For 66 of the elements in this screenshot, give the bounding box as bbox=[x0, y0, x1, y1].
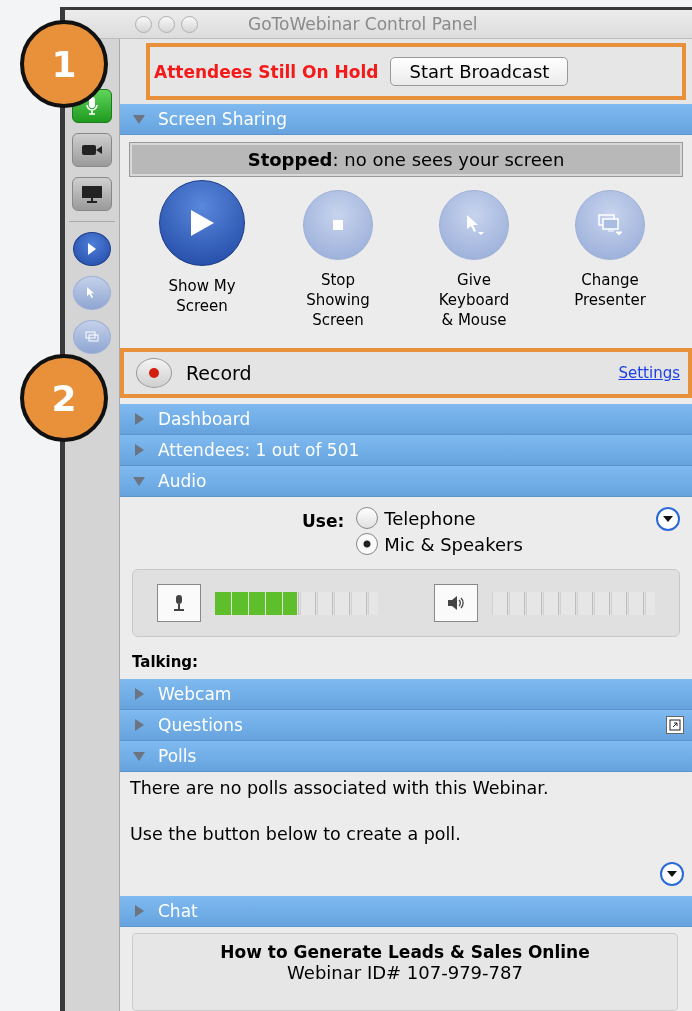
dropdown-icon[interactable] bbox=[656, 507, 680, 531]
section-header[interactable]: Audio bbox=[120, 466, 692, 497]
microphone-icon bbox=[172, 594, 187, 612]
webinar-id: Webinar ID# 107-979-787 bbox=[287, 962, 523, 983]
popout-button[interactable] bbox=[666, 716, 684, 734]
record-dot-icon bbox=[148, 367, 160, 379]
section-header[interactable]: Questions bbox=[120, 710, 692, 741]
monitor-icon bbox=[81, 185, 103, 203]
status-text: Attendees Still On Hold bbox=[154, 61, 379, 82]
section-title: Webcam bbox=[158, 684, 232, 704]
use-label: Use: bbox=[302, 511, 345, 531]
stop-icon bbox=[333, 220, 343, 230]
section-header[interactable]: Webcam bbox=[120, 679, 692, 710]
popout-icon bbox=[669, 719, 681, 731]
record-button[interactable] bbox=[136, 358, 172, 388]
webinar-title: How to Generate Leads & Sales Online bbox=[220, 942, 590, 962]
poll-message: Use the button below to create a poll. bbox=[130, 824, 462, 844]
collapse-triangle-icon bbox=[132, 112, 146, 126]
step-number-badge: 1 bbox=[20, 20, 108, 108]
expand-triangle-icon bbox=[132, 718, 146, 732]
collapse-triangle-icon bbox=[132, 749, 146, 763]
action-label: Give Keyboard & Mouse bbox=[438, 270, 510, 330]
action-label: Stop Showing Screen bbox=[306, 270, 370, 330]
section-header[interactable]: Attendees: 1 out of 501 bbox=[120, 435, 692, 466]
speaker-icon bbox=[447, 595, 466, 611]
camera-icon bbox=[81, 143, 103, 157]
monitor-button[interactable] bbox=[72, 177, 112, 211]
record-label: Record bbox=[186, 362, 252, 384]
section-title: Dashboard bbox=[158, 409, 251, 429]
expand-triangle-icon bbox=[132, 412, 146, 426]
step-number-badge: 2 bbox=[20, 354, 108, 442]
screens-icon bbox=[597, 213, 623, 237]
radio-option[interactable]: Mic & Speakers bbox=[356, 533, 523, 555]
section-header[interactable]: Polls bbox=[120, 741, 692, 772]
start-broadcast-button[interactable]: Start Broadcast bbox=[390, 57, 569, 86]
section-header[interactable]: Chat bbox=[120, 896, 692, 927]
section-title: Attendees: 1 out of 501 bbox=[158, 440, 360, 460]
speaker-button[interactable] bbox=[434, 584, 479, 622]
play-icon bbox=[189, 209, 215, 237]
camera-button[interactable] bbox=[72, 133, 112, 167]
status-bar: Stopped: no one sees your screen bbox=[130, 143, 682, 176]
settings-link[interactable]: Settings bbox=[618, 364, 680, 382]
collapse-triangle-icon bbox=[132, 474, 146, 488]
section-title: Screen Sharing bbox=[158, 109, 288, 129]
expand-triangle-icon bbox=[132, 687, 146, 701]
play-icon bbox=[87, 243, 97, 255]
microphone-button[interactable] bbox=[157, 584, 202, 622]
section-title: Audio bbox=[158, 471, 207, 491]
section-title: Chat bbox=[158, 901, 198, 921]
section-header[interactable]: Screen Sharing bbox=[120, 104, 692, 135]
action-label: Show My Screen bbox=[168, 276, 236, 316]
radio-button[interactable] bbox=[356, 533, 379, 555]
screens-icon bbox=[85, 331, 99, 343]
expand-triangle-icon bbox=[132, 904, 146, 918]
action-label: Change Presenter bbox=[574, 270, 646, 310]
expand-triangle-icon bbox=[132, 443, 146, 457]
play-button[interactable] bbox=[73, 232, 111, 266]
radio-button[interactable] bbox=[356, 507, 379, 529]
window-title: GoToWebinar Control Panel bbox=[248, 14, 478, 34]
poll-message: There are no polls associated with this Webinar. bbox=[130, 778, 550, 798]
talking-label: Talking: bbox=[132, 653, 200, 671]
section-title: Questions bbox=[158, 715, 243, 735]
section-title: Polls bbox=[158, 746, 197, 766]
radio-option[interactable]: Telephone bbox=[356, 507, 523, 529]
section-header[interactable]: Dashboard bbox=[120, 404, 692, 435]
dropdown-icon[interactable] bbox=[660, 862, 684, 886]
